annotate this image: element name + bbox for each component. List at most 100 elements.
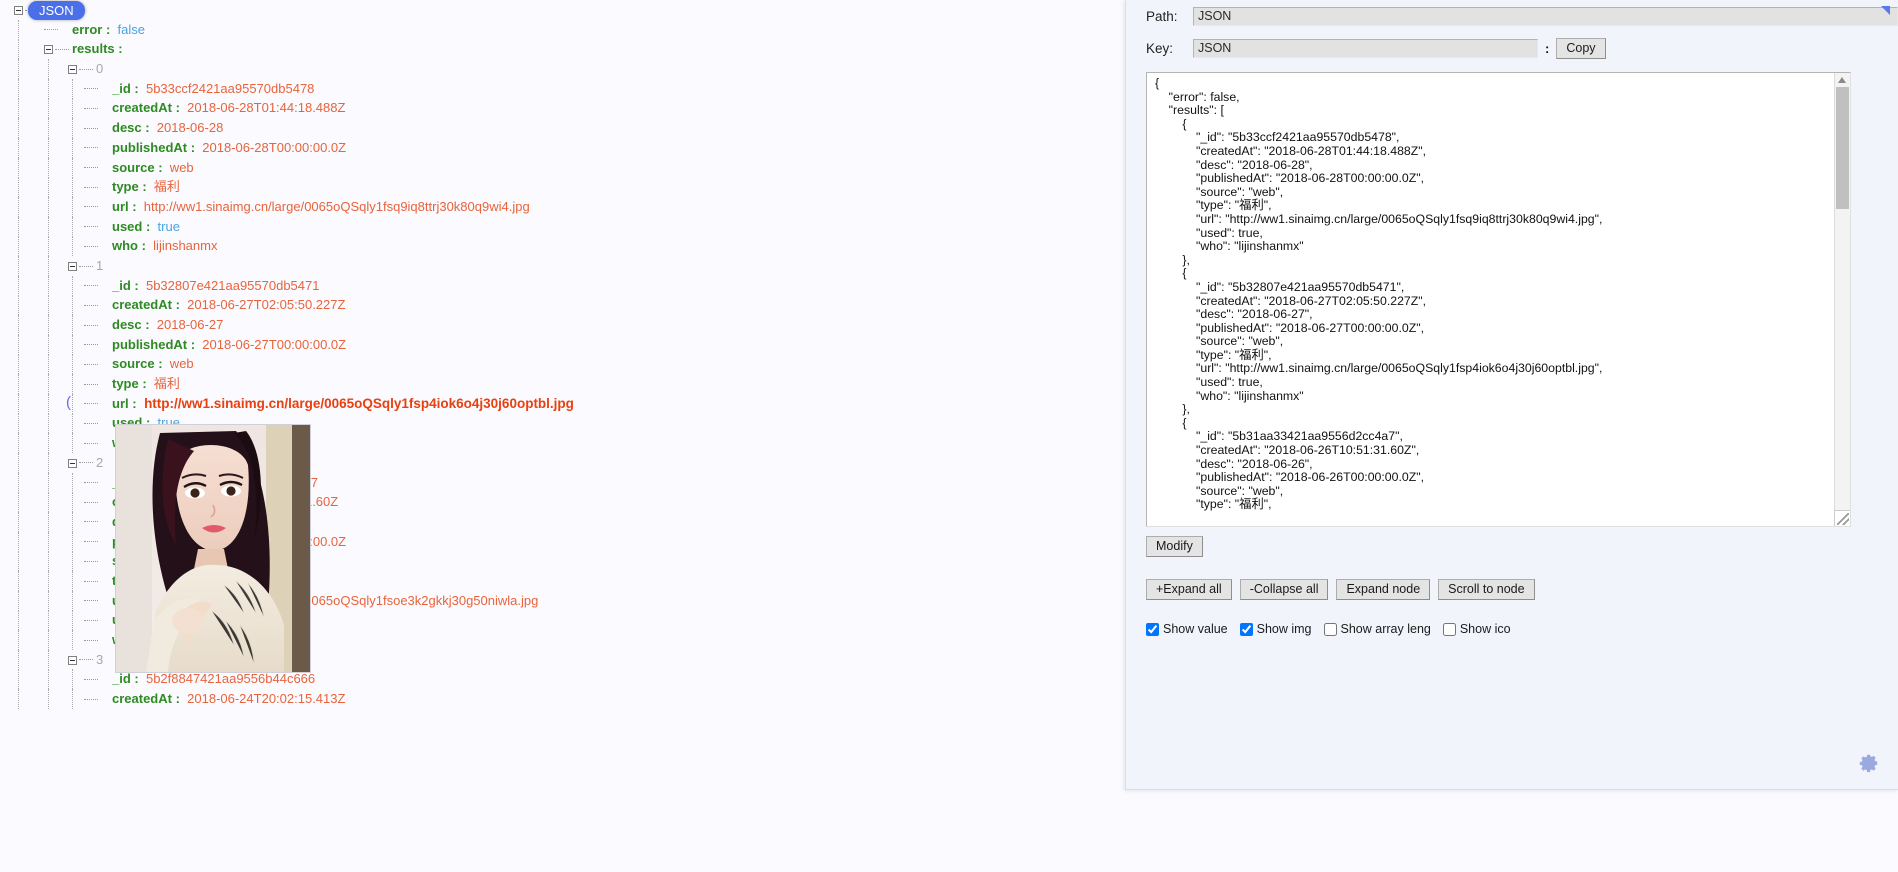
tree-key[interactable]: _id : — [112, 81, 139, 96]
gear-icon[interactable] — [1858, 752, 1880, 774]
tree-collapse-toggle-icon[interactable] — [68, 65, 77, 75]
tree-value[interactable]: 2018-06-24T20:02:15.413Z — [180, 691, 345, 706]
tree-array-item-row[interactable]: 0 — [0, 59, 1120, 80]
show-img-checkbox-label[interactable]: Show img — [1239, 622, 1312, 636]
tree-collapse-toggle-icon[interactable] — [68, 458, 77, 468]
show-value-checkbox-label[interactable]: Show value — [1146, 622, 1228, 636]
scroll-up-icon[interactable] — [1838, 77, 1846, 83]
tree-key-value-row[interactable]: results : — [0, 39, 1120, 60]
tree-value[interactable]: http://ww1.sinaimg.cn/large/0065oQSqly1f… — [137, 199, 530, 214]
tree-key[interactable]: _id : — [112, 671, 139, 686]
tree-value[interactable]: 2018-06-28 — [150, 120, 224, 135]
json-textarea-scrollbar[interactable] — [1834, 73, 1850, 526]
tree-key-value-row[interactable]: createdAt : 2018-06-27T02:05:50.227Z — [0, 295, 1120, 316]
tree-key[interactable]: desc : — [112, 120, 150, 135]
scroll-to-node-button[interactable]: Scroll to node — [1438, 579, 1535, 600]
tree-value[interactable]: web — [163, 356, 194, 371]
tree-key[interactable]: createdAt : — [112, 691, 180, 706]
tree-value[interactable]: false — [110, 22, 145, 37]
tree-connector-dots — [84, 560, 98, 563]
tree-key-value-row[interactable]: publishedAt : 2018-06-27T00:00:00.0Z — [0, 334, 1120, 355]
tree-guide-line — [72, 196, 73, 217]
tree-key-value-row[interactable]: who : lijinshanmx — [0, 236, 1120, 257]
tree-value[interactable]: 2018-06-27T00:00:00.0Z — [195, 337, 346, 352]
tree-value[interactable]: 2018-06-28T00:00:00.0Z — [195, 140, 346, 155]
json-textarea[interactable]: { "error": false, "results": [ { "_id": … — [1146, 72, 1851, 527]
tree-value[interactable]: 2018-06-27 — [150, 317, 224, 332]
tree-key-value-row[interactable]: (url : http://ww1.sinaimg.cn/large/0065o… — [0, 393, 1120, 414]
tree-key[interactable]: used : — [112, 219, 150, 234]
show-array-length-checkbox[interactable] — [1323, 622, 1337, 636]
show-ico-checkbox[interactable] — [1442, 622, 1456, 636]
tree-value[interactable]: lijinshanmx — [146, 238, 217, 253]
tree-guide-line — [48, 531, 49, 552]
tree-connector-dots — [79, 462, 93, 464]
tree-key[interactable]: _id : — [112, 278, 139, 293]
tree-key-value-row[interactable]: type : 福利 — [0, 374, 1120, 395]
json-root-badge[interactable]: JSON — [28, 1, 85, 21]
tree-guide-line — [72, 689, 73, 710]
key-input[interactable] — [1193, 38, 1538, 58]
tree-key-value-row[interactable]: type : 福利 — [0, 177, 1120, 198]
tree-key-value-row[interactable]: _id : 5b32807e421aa95570db5471 — [0, 275, 1120, 296]
show-img-checkbox[interactable] — [1239, 622, 1253, 636]
tree-key-value-row[interactable]: publishedAt : 2018-06-28T00:00:00.0Z — [0, 137, 1120, 158]
tree-collapse-toggle-icon[interactable] — [68, 655, 77, 665]
tree-key[interactable]: createdAt : — [112, 297, 180, 312]
expand-node-button[interactable]: Expand node — [1336, 579, 1431, 600]
tree-value[interactable]: 5b2f8847421aa9556b44c666 — [139, 671, 315, 686]
tree-key[interactable]: createdAt : — [112, 100, 180, 115]
collapse-corner-triangle-icon[interactable] — [1881, 6, 1890, 15]
tree-guide-line — [48, 610, 49, 631]
tree-collapse-toggle-icon[interactable] — [44, 45, 53, 55]
show-ico-checkbox-label[interactable]: Show ico — [1442, 622, 1511, 636]
tree-key-value-row[interactable]: createdAt : 2018-06-28T01:44:18.488Z — [0, 98, 1120, 119]
tree-key[interactable]: url : — [112, 396, 137, 411]
tree-key-value-row[interactable]: desc : 2018-06-28 — [0, 118, 1120, 139]
tree-key[interactable]: publishedAt : — [112, 337, 195, 352]
tree-key[interactable]: type : — [112, 376, 147, 391]
tree-key-value-row[interactable]: url : http://ww1.sinaimg.cn/large/0065oQ… — [0, 196, 1120, 217]
tree-value[interactable]: 福利 — [147, 179, 180, 194]
tree-key[interactable]: type : — [112, 179, 147, 194]
tree-value[interactable]: 5b33ccf2421aa95570db5478 — [139, 81, 314, 96]
expand-all-button[interactable]: +Expand all — [1146, 579, 1232, 600]
tree-key-value-row[interactable]: source : web — [0, 354, 1120, 375]
tree-key[interactable]: source : — [112, 356, 163, 371]
tree-array-item-row[interactable]: 1 — [0, 255, 1120, 276]
tree-key-value-row[interactable]: desc : 2018-06-27 — [0, 315, 1120, 335]
textarea-resize-grip[interactable] — [1834, 510, 1850, 526]
tree-connector-dots — [55, 48, 69, 51]
tree-value[interactable]: web — [163, 160, 194, 175]
tree-collapse-toggle-icon[interactable] — [68, 262, 77, 271]
tree-key-value-row[interactable]: _id : 5b33ccf2421aa95570db5478 — [0, 78, 1120, 99]
tree-value[interactable]: 2018-06-28T01:44:18.488Z — [180, 100, 345, 115]
tree-key[interactable]: results : — [72, 41, 123, 56]
tree-key-value-row[interactable]: error : false — [0, 19, 1120, 40]
tree-value[interactable]: 2018-06-27T02:05:50.227Z — [180, 297, 345, 312]
tree-collapse-toggle-icon[interactable] — [14, 6, 23, 16]
tree-guide-line — [72, 590, 73, 611]
modify-button[interactable]: Modify — [1146, 536, 1203, 557]
tree-root-row[interactable]: JSON — [0, 0, 1120, 21]
tree-key-value-row[interactable]: used : true — [0, 216, 1120, 237]
tree-value[interactable]: 5b32807e421aa95570db5471 — [139, 278, 320, 293]
copy-button[interactable]: Copy — [1556, 37, 1606, 59]
tree-value[interactable]: http://ww1.sinaimg.cn/large/0065oQSqly1f… — [137, 396, 574, 411]
tree-key[interactable]: error : — [72, 22, 110, 37]
tree-key[interactable]: desc : — [112, 317, 150, 332]
json-raw-text: { "error": false, "results": [ { "_id": … — [1155, 76, 1603, 512]
tree-key-value-row[interactable]: source : web — [0, 157, 1120, 178]
path-input[interactable] — [1193, 6, 1898, 26]
show-array-length-checkbox-label[interactable]: Show array leng — [1323, 622, 1431, 636]
tree-key-value-row[interactable]: createdAt : 2018-06-24T20:02:15.413Z — [0, 689, 1120, 710]
tree-value[interactable]: 福利 — [147, 376, 180, 391]
tree-value[interactable]: true — [150, 219, 180, 234]
tree-key[interactable]: who : — [112, 238, 146, 253]
show-value-checkbox[interactable] — [1146, 622, 1159, 636]
tree-key[interactable]: url : — [112, 199, 137, 214]
tree-key[interactable]: publishedAt : — [112, 140, 195, 155]
tree-key[interactable]: source : — [112, 160, 163, 175]
scrollbar-thumb[interactable] — [1836, 87, 1849, 209]
collapse-all-button[interactable]: -Collapse all — [1239, 579, 1329, 600]
